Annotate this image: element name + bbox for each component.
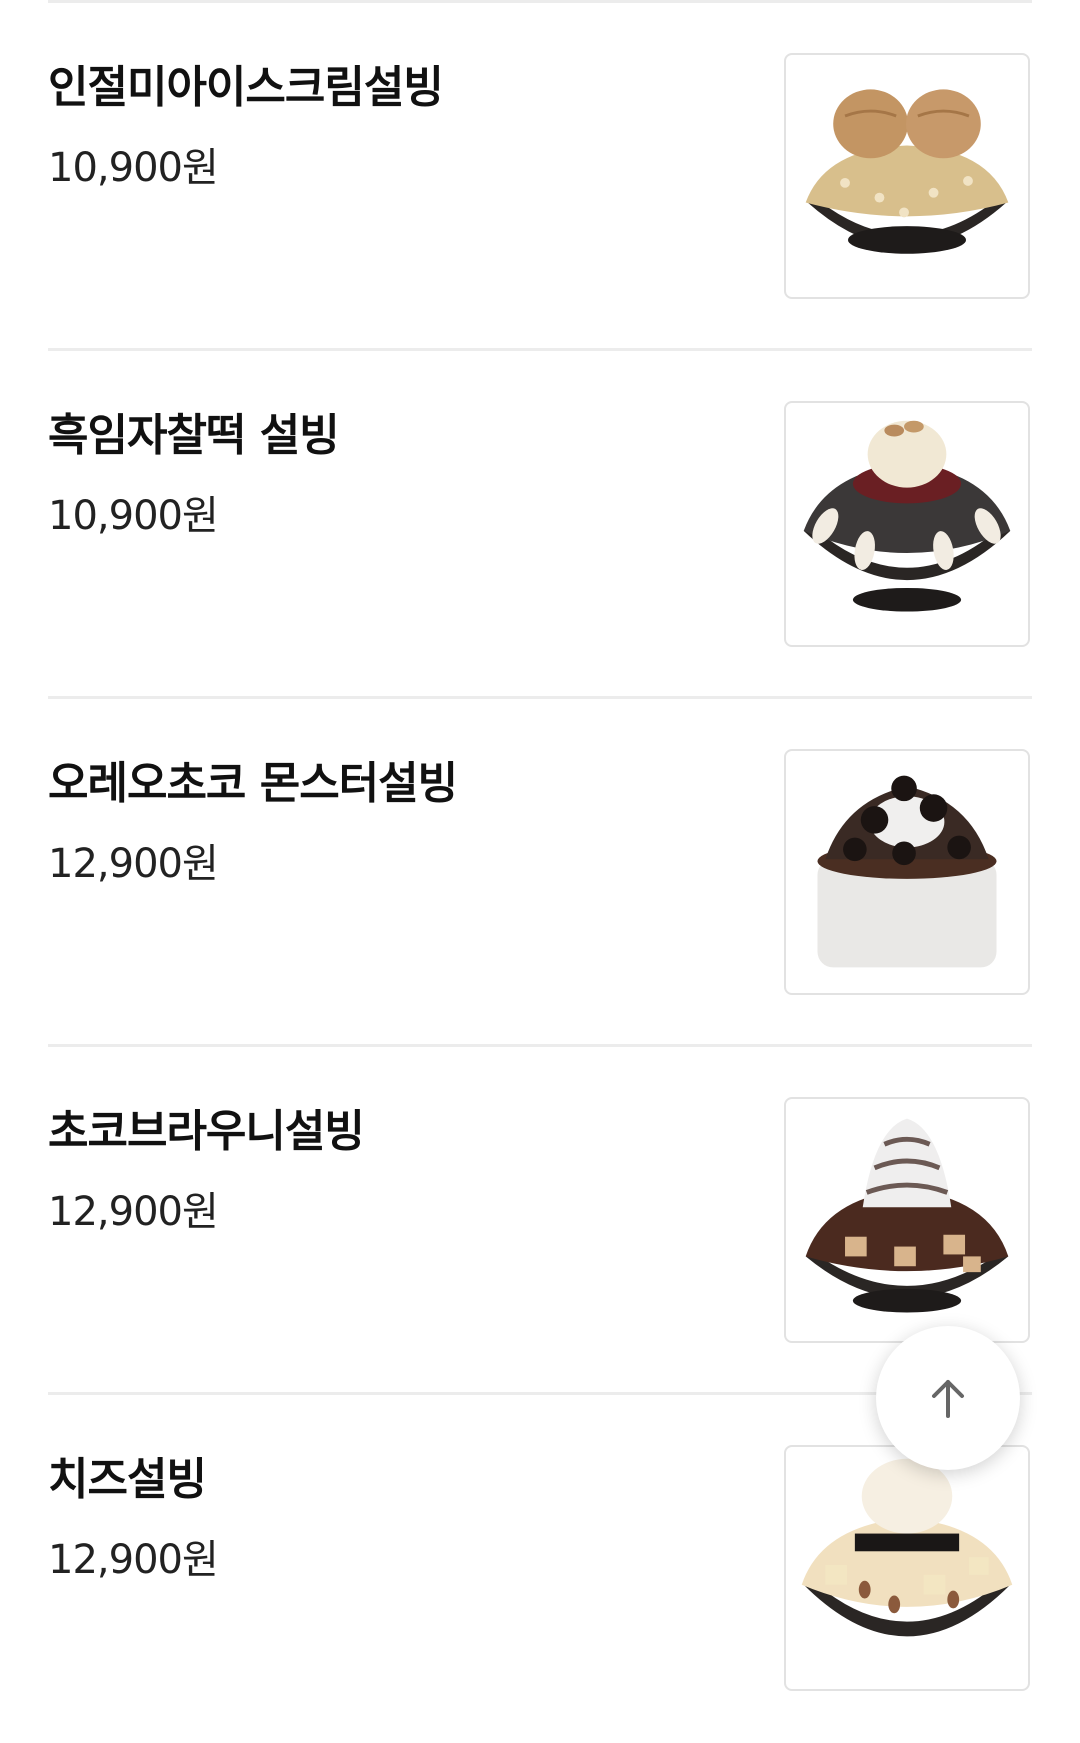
arrow-up-icon [932,1380,964,1418]
injeolmi-bingsu-illustration [805,89,1009,254]
cheese-bingsu-illustration [801,1458,1013,1637]
menu-item-name: 인절미아이스크림설빙 [48,62,444,113]
menu-item-name: 초코브라우니설빙 [48,1106,365,1157]
choco-brownie-bingsu-image[interactable] [784,1097,1030,1343]
menu-item[interactable]: 흑임자찰떡 설빙 10,900원 [48,351,1032,699]
menu-item-price: 12,900원 [48,1537,219,1583]
choco-brownie-bingsu-illustration [805,1118,1009,1313]
cheese-bingsu-image[interactable] [784,1445,1030,1691]
oreo-choco-bingsu-image[interactable] [784,749,1030,995]
menu-item[interactable]: 오레오초코 몬스터설빙 12,900원 [48,699,1032,1047]
menu-item-name: 치즈설빙 [48,1454,207,1505]
black-sesame-bingsu-image[interactable] [784,401,1030,647]
oreo-choco-bingsu-illustration [817,775,997,968]
menu-item[interactable]: 인절미아이스크림설빙 10,900원 [48,3,1032,351]
menu-item-price: 12,900원 [48,1189,219,1235]
scroll-to-top-button[interactable] [876,1326,1020,1470]
menu-item[interactable]: 초코브라우니설빙 12,900원 [48,1047,1032,1395]
injeolmi-bingsu-image[interactable] [784,53,1030,299]
menu-item-price: 10,900원 [48,493,219,539]
menu-item[interactable]: 치즈설빙 12,900원 [48,1395,1032,1743]
menu-item-name: 흑임자찰떡 설빙 [48,410,340,461]
menu-item-price: 10,900원 [48,145,219,191]
menu-item-price: 12,900원 [48,841,219,887]
black-sesame-bingsu-illustration [803,420,1011,612]
menu-item-name: 오레오초코 몬스터설빙 [48,758,458,809]
